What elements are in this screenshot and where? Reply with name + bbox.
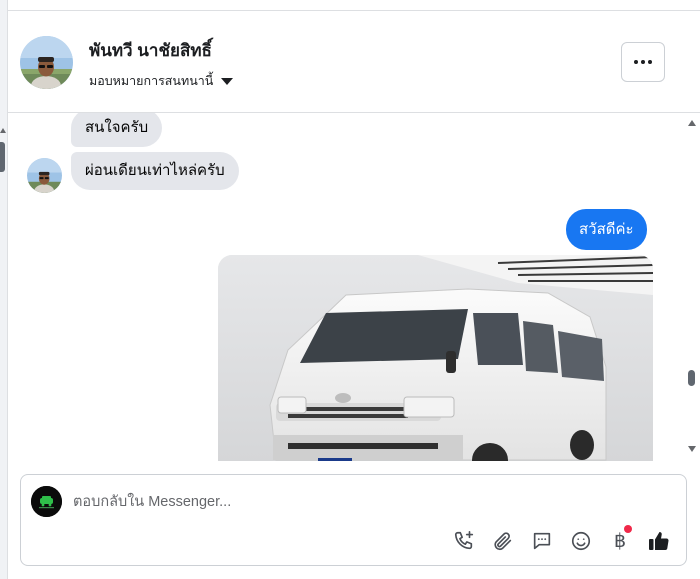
more-horizontal-icon-dot	[641, 60, 645, 64]
like-icon[interactable]	[646, 528, 672, 554]
sender-avatar-photo	[27, 158, 62, 193]
notification-dot	[624, 525, 632, 533]
message-thread: สนใจครับ ผ่อนเดียนเท่าไหล่ครับ สวัสดีค่ะ	[8, 113, 684, 461]
avatar-photo	[20, 36, 73, 89]
baht-symbol: ฿	[613, 529, 627, 552]
contact-name[interactable]: พันทวี นาชัยสิทธิ์	[89, 37, 212, 64]
conversation-header: พันทวี นาชัยสิทธิ์ มอบหมายการสนทนานี้	[8, 11, 700, 113]
composer-toolbar: ฿	[451, 525, 672, 554]
scroll-up-arrow-icon[interactable]	[0, 128, 6, 133]
saved-reply-icon[interactable]	[529, 528, 555, 554]
reply-input[interactable]	[73, 490, 633, 514]
outgoing-message[interactable]: สวัสดีค่ะ	[566, 209, 647, 250]
reply-composer: ฿	[20, 474, 687, 566]
paperclip-icon[interactable]	[490, 528, 516, 554]
incoming-message[interactable]: ผ่อนเดียนเท่าไหล่ครับ	[71, 152, 239, 190]
scrollbar-thumb[interactable]	[688, 370, 695, 386]
van-photo[interactable]	[218, 255, 653, 461]
phone-plus-icon[interactable]	[451, 528, 477, 554]
assign-conversation-label: มอบหมายการสนทนานี้	[89, 74, 214, 88]
more-options-button[interactable]	[621, 42, 665, 82]
left-scroll-thumb[interactable]	[0, 142, 5, 172]
page-logo-icon	[31, 486, 62, 517]
van-image	[218, 255, 653, 461]
emoji-icon[interactable]	[568, 528, 594, 554]
avatar[interactable]	[20, 36, 73, 89]
chevron-down-icon	[221, 77, 234, 85]
sender-avatar[interactable]	[27, 158, 62, 193]
thread-scrollbar[interactable]	[686, 118, 700, 458]
page-avatar	[31, 486, 62, 517]
baht-icon[interactable]: ฿	[607, 525, 633, 554]
more-horizontal-icon-dot	[648, 60, 652, 64]
incoming-message[interactable]: สนใจครับ	[71, 113, 163, 147]
more-horizontal-icon	[634, 60, 638, 64]
scroll-down-arrow-icon[interactable]	[688, 446, 696, 452]
scroll-up-arrow-icon[interactable]	[688, 120, 696, 126]
left-panel-edge	[0, 0, 8, 579]
assign-conversation-dropdown[interactable]: มอบหมายการสนทนานี้	[89, 71, 234, 91]
